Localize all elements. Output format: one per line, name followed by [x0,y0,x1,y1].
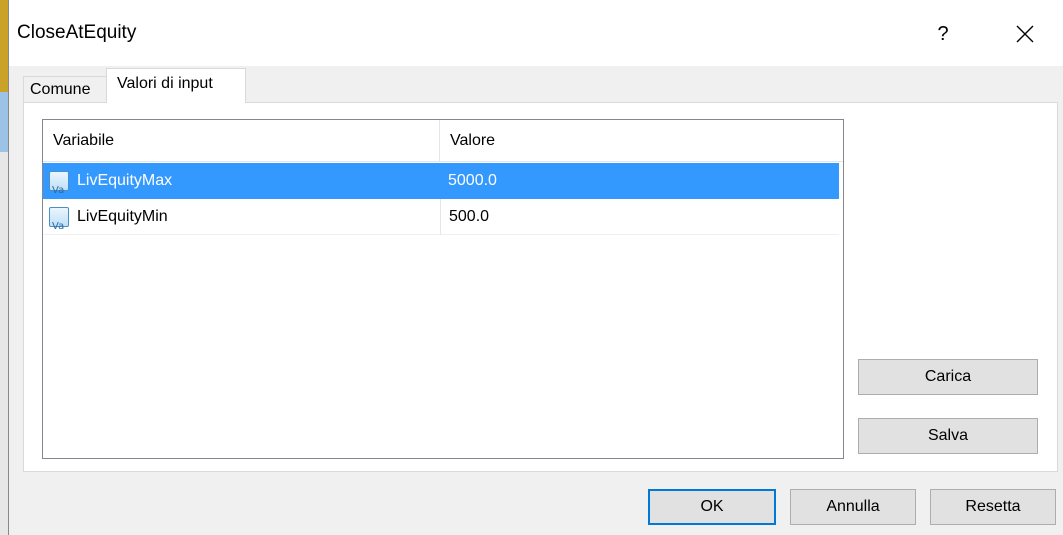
background-strip-yellow [0,0,8,92]
variable-icon [49,207,69,245]
column-header-valore[interactable]: Valore [440,120,842,162]
tab-valori-di-input[interactable]: Valori di input [106,68,246,103]
variable-name-cell[interactable]: LivEquityMin [43,199,440,245]
help-button[interactable]: ? [919,14,967,54]
variable-value-cell[interactable]: 500.0 [440,199,839,235]
variable-name: LivEquityMin [77,208,168,225]
load-button[interactable]: Carica [858,359,1038,395]
tab-panel: Variabile Valore LivEquityMax 5000.0 Liv… [23,102,1058,472]
variable-value-cell[interactable]: 5000.0 [440,163,839,199]
save-button[interactable]: Salva [858,418,1038,454]
variable-name: LivEquityMax [77,172,173,189]
background-window-edge [0,0,8,535]
reset-button[interactable]: Resetta [930,489,1056,525]
ok-button[interactable]: OK [648,489,776,525]
table-row[interactable]: LivEquityMax 5000.0 [43,163,839,209]
close-button[interactable] [999,14,1051,54]
close-icon [1016,25,1034,43]
column-header-variabile[interactable]: Variabile [43,120,440,162]
table-row[interactable]: LivEquityMin 500.0 [43,199,839,245]
tab-comune[interactable]: Comune [23,76,107,104]
background-strip-blue [0,92,8,152]
variable-name-cell[interactable]: LivEquityMax [43,163,440,209]
tab-valori-label: Valori di input [117,75,213,92]
variable-icon [49,171,69,209]
cancel-button[interactable]: Annulla [790,489,916,525]
list-header: Variabile Valore [43,120,843,162]
properties-dialog: CloseAtEquity ? Comune Valori di input V… [8,0,1063,535]
title-bar[interactable]: CloseAtEquity ? [9,0,1063,66]
tab-comune-label: Comune [30,81,91,98]
background-strip-gray [0,152,8,535]
input-values-list[interactable]: Variabile Valore LivEquityMax 5000.0 Liv… [42,119,844,459]
dialog-title: CloseAtEquity [17,22,137,43]
